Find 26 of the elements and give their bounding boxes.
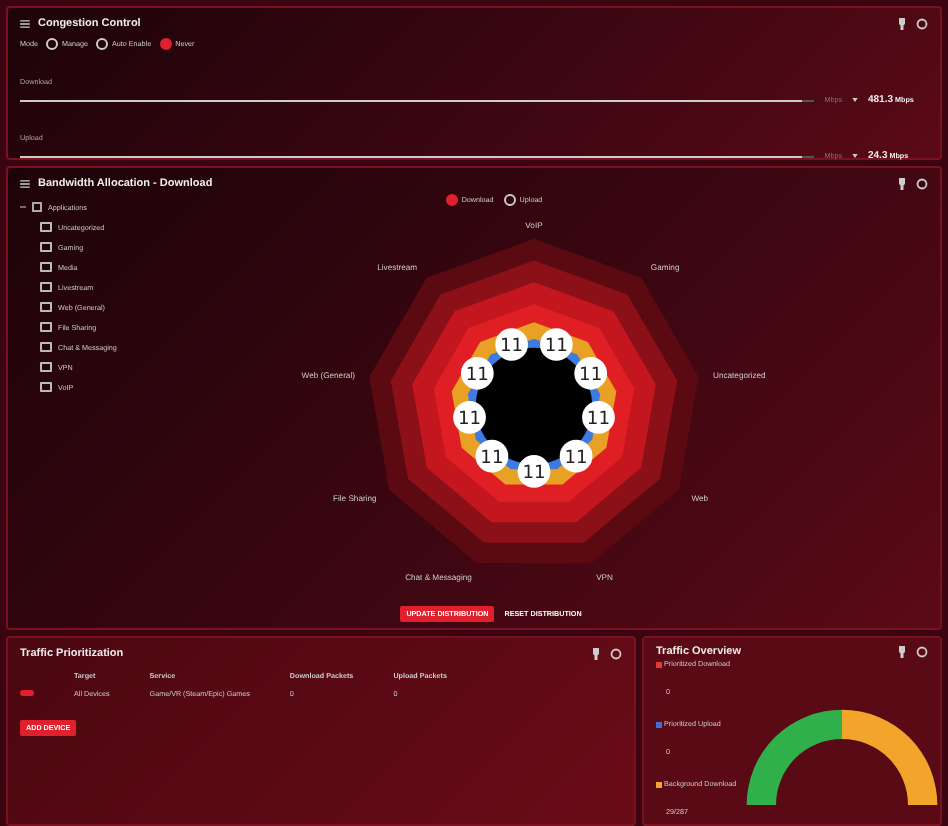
count-badge: 11 (517, 455, 551, 488)
count-badge: 11 (540, 328, 573, 361)
pin-icon[interactable] (896, 646, 908, 658)
grid-icon (32, 202, 42, 212)
caret-icon (852, 98, 858, 102)
pin-icon[interactable] (896, 178, 908, 190)
settings-icon[interactable] (916, 178, 928, 190)
menu-icon[interactable] (20, 180, 30, 188)
settings-icon[interactable] (610, 648, 622, 660)
settings-icon[interactable] (916, 646, 928, 658)
collapse-icon[interactable] (20, 204, 26, 210)
radio-button[interactable] (159, 38, 172, 50)
caret-icon (852, 154, 858, 158)
pin-icon[interactable] (590, 648, 602, 660)
count-badge: 11 (559, 439, 593, 473)
count-badge: 11 (460, 356, 494, 390)
toggle-switch[interactable] (20, 690, 34, 696)
count-badge: 11 (495, 328, 528, 361)
settings-icon[interactable] (916, 18, 928, 30)
menu-icon[interactable] (20, 20, 30, 28)
count-badge: 11 (475, 439, 509, 473)
pin-icon[interactable] (896, 18, 908, 30)
count-badge: 11 (574, 356, 608, 390)
count-badge: 11 (453, 401, 486, 434)
count-badge: 11 (582, 401, 615, 434)
legend-toggle[interactable] (445, 194, 458, 206)
